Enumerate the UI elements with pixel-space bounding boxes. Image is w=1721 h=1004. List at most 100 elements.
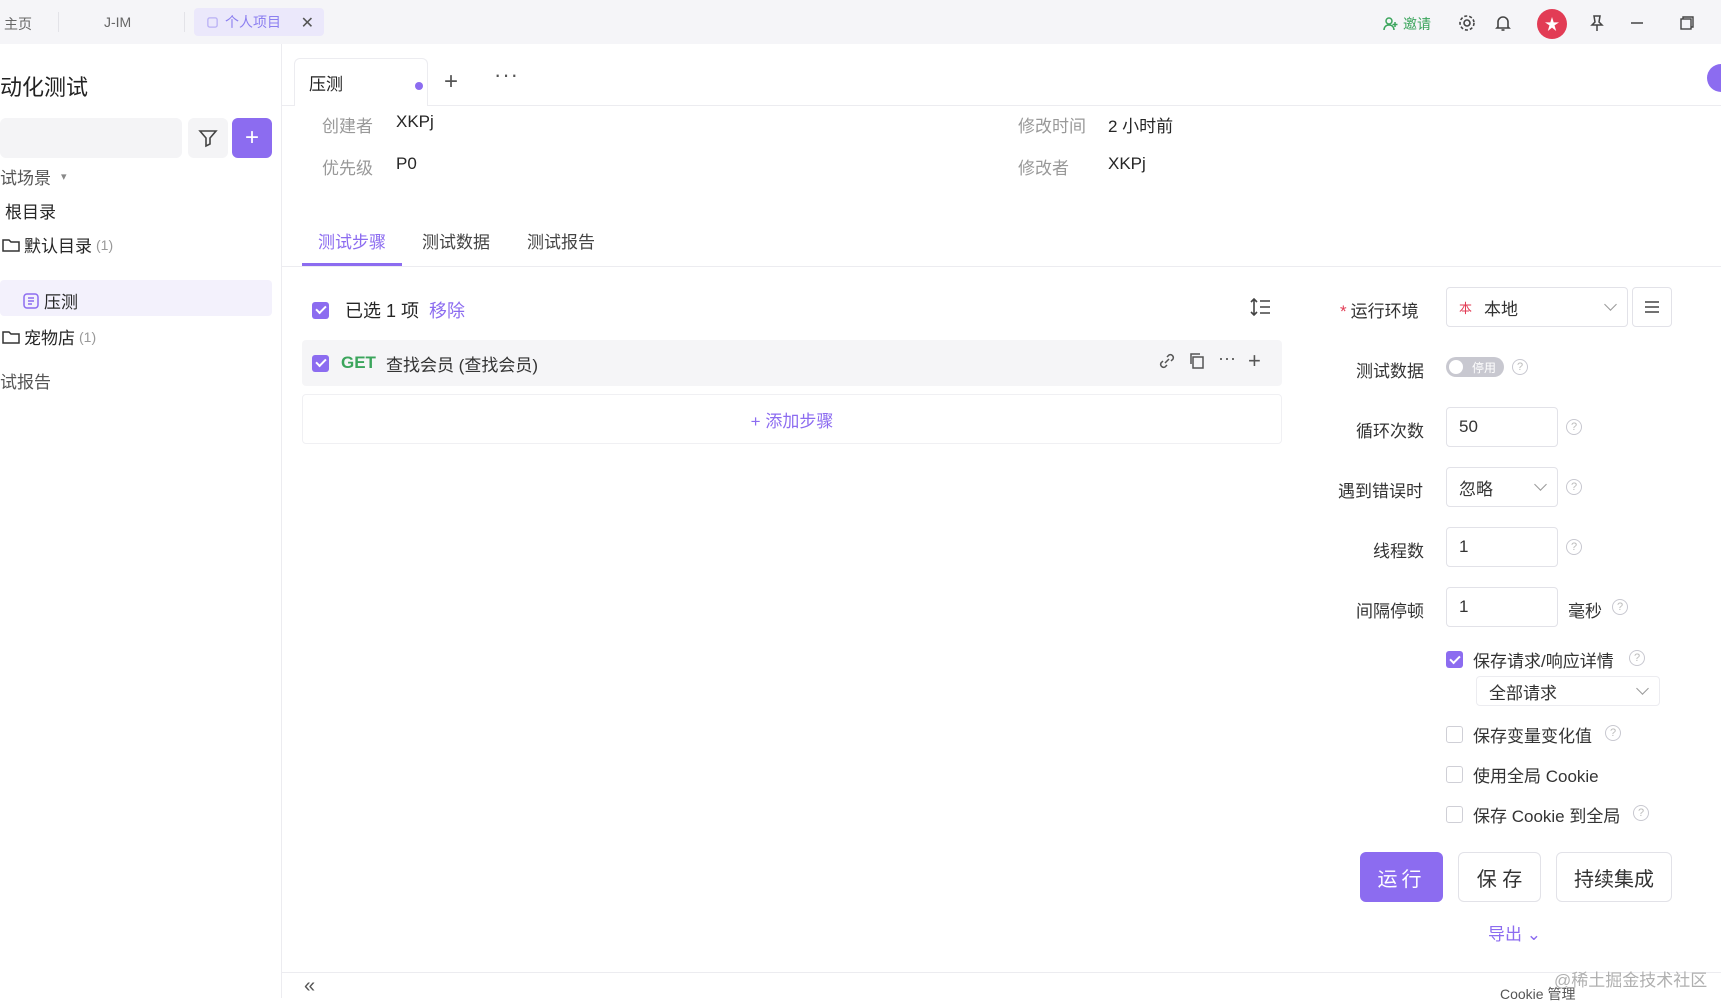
help-icon[interactable]: ? [1605,725,1621,741]
help-icon[interactable]: ? [1633,805,1649,821]
ci-button[interactable]: 持续集成 [1556,852,1672,902]
save-button[interactable]: 保 存 [1458,852,1541,902]
pin-icon[interactable] [1586,12,1608,34]
section-scenes[interactable]: 试场景 ▾ [0,164,67,189]
step-checkbox[interactable] [312,354,329,372]
help-icon[interactable]: ? [1566,419,1582,435]
priority-value[interactable]: P0 [396,154,417,174]
save-cookie-checkbox[interactable] [1446,806,1463,823]
tab-personal-project[interactable]: 个人项目 ✕ [194,8,324,36]
tab-j-im[interactable]: J-IM [104,14,131,30]
invite-button[interactable]: 邀请 [1383,14,1431,34]
tree-item-stress-test[interactable]: 压测 [22,288,78,313]
global-cookie-checkbox[interactable] [1446,766,1463,783]
tab-home[interactable]: 主页 [4,14,32,34]
user-plus-icon [1383,17,1398,31]
tree-item-label: 默认目录 [24,237,92,256]
select-all-checkbox[interactable] [312,301,329,319]
sort-list-icon[interactable] [1250,296,1272,323]
new-tab-button[interactable]: + [444,68,458,96]
tree-root[interactable]: 根目录 [5,198,56,223]
folder-icon [2,238,20,252]
minimize-icon[interactable] [1626,12,1648,34]
help-icon[interactable]: ? [1512,359,1528,375]
env-label: * 运行环境 [1340,302,1419,321]
modified-time-value: 2 小时前 [1108,117,1174,136]
help-icon[interactable]: ? [1612,599,1628,615]
more-icon[interactable]: ··· [1218,348,1236,369]
chevron-down-icon [1604,298,1617,311]
run-button[interactable]: 运行 [1360,852,1443,902]
section-reports[interactable]: 试报告 [0,368,51,393]
priority-label: 优先级 [322,159,373,178]
folder-icon [2,330,20,344]
on-error-select[interactable]: 忽略 [1446,467,1558,507]
env-select[interactable]: 本 本地 [1446,287,1628,327]
add-icon[interactable]: + [1248,348,1261,374]
test-data-toggle[interactable]: 停用 [1446,357,1504,377]
save-vars-checkbox[interactable] [1446,726,1463,743]
help-icon[interactable]: ? [1566,479,1582,495]
collapse-sidebar-icon[interactable]: « [304,975,315,998]
search-input[interactable] [0,118,182,158]
save-vars-option[interactable]: 保存变量变化值 [1446,722,1592,747]
project-icon [207,16,218,28]
save-cookie-label: 保存 Cookie 到全局 [1473,807,1621,826]
save-scope-select[interactable]: 全部请求 [1476,676,1660,706]
link-icon[interactable] [1158,352,1176,375]
chevron-down-icon [1636,682,1649,695]
invite-label: 邀请 [1403,16,1431,32]
tab-stress-test[interactable]: 压测 [294,58,428,106]
tree-item-count: (1) [96,236,114,253]
add-button[interactable]: + [232,118,272,158]
save-details-label: 保存请求/响应详情 [1473,652,1614,671]
tab-separator [184,12,185,32]
tree-item-count: (1) [79,328,97,345]
close-tab-icon[interactable]: ✕ [301,13,314,33]
tab-test-steps[interactable]: 测试步骤 [318,228,386,253]
interval-label: 间隔停顿 [1356,602,1424,621]
help-icon[interactable]: ? [1629,650,1645,666]
env-manage-button[interactable] [1632,287,1672,327]
threads-input[interactable]: 1 [1446,527,1558,567]
global-cookie-label: 使用全局 Cookie [1473,767,1599,786]
tab-test-data[interactable]: 测试数据 [422,228,490,253]
test-data-label: 测试数据 [1356,362,1424,381]
step-row[interactable]: GET 查找会员 (查找会员) ··· + [302,340,1282,386]
save-vars-label: 保存变量变化值 [1473,727,1592,746]
add-step-button[interactable]: + 添加步骤 [302,394,1282,444]
more-icon[interactable]: ··· [494,62,519,88]
tab-test-report[interactable]: 测试报告 [527,228,595,253]
bell-icon[interactable] [1492,12,1514,34]
menu-icon [1645,301,1659,313]
export-dropdown[interactable]: 导出 ⌄ [1488,920,1541,945]
watermark: @稀土掘金技术社区 [1554,971,1708,990]
chevron-down-icon [1534,478,1547,491]
copy-icon[interactable] [1188,352,1206,375]
global-cookie-option[interactable]: 使用全局 Cookie [1446,762,1599,787]
on-error-label: 遇到错误时 [1338,482,1423,501]
section-scenes-label: 试场景 [0,169,51,188]
env-badge: 本 [1459,300,1473,316]
selected-count: 已选 1 项 [345,301,420,321]
caret-down-icon: ▾ [61,171,67,183]
save-cookie-option[interactable]: 保存 Cookie 到全局 [1446,802,1620,827]
selection-bar: 已选 1 项 移除 [312,297,465,323]
tree-item-default[interactable]: 默认目录 (1) [2,232,113,257]
restore-icon[interactable] [1676,12,1698,34]
gear-icon[interactable] [1456,12,1478,34]
sidebar: 动化测试 + 试场景 ▾ 根目录 默认目录 (1) 压测 宠物店 (1) 试报告 [0,44,282,998]
sidebar-title: 动化测试 [0,75,89,100]
tree-item-label: 压测 [44,293,78,312]
save-details-checkbox[interactable] [1446,651,1463,668]
save-details-option[interactable]: 保存请求/响应详情 [1446,647,1614,672]
loop-input[interactable]: 50 [1446,407,1558,447]
remove-link[interactable]: 移除 [429,297,465,323]
tree-item-petstore[interactable]: 宠物店 (1) [2,324,96,349]
filter-icon [198,130,218,148]
avatar[interactable] [1537,9,1567,39]
interval-input[interactable]: 1 [1446,587,1558,627]
filter-button[interactable] [188,118,228,158]
interval-unit: 毫秒 [1568,602,1602,621]
help-icon[interactable]: ? [1566,539,1582,555]
